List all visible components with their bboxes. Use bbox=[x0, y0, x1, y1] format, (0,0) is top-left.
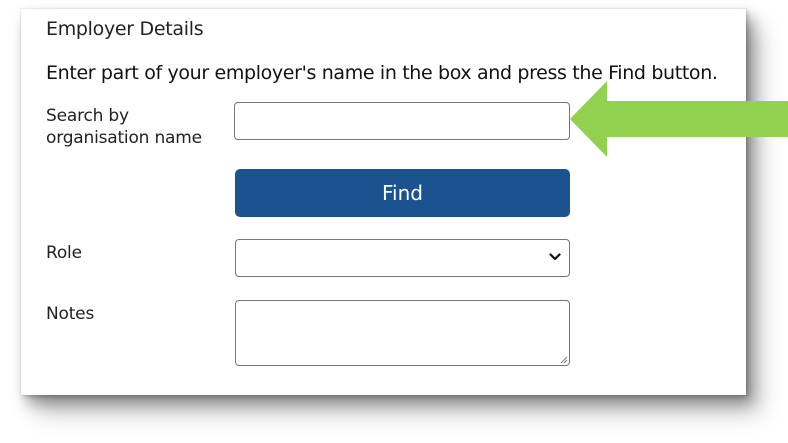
organisation-search-input[interactable] bbox=[234, 102, 570, 140]
arrow-left-icon bbox=[570, 81, 788, 157]
notes-textarea[interactable] bbox=[235, 300, 570, 366]
role-label: Role bbox=[46, 243, 82, 263]
employer-details-card: Employer Details Enter part of your empl… bbox=[21, 9, 746, 395]
notes-label: Notes bbox=[46, 304, 95, 324]
find-button[interactable]: Find bbox=[235, 169, 570, 217]
role-select[interactable] bbox=[235, 239, 570, 277]
section-heading: Employer Details bbox=[46, 18, 204, 40]
search-label: Search by organisation name bbox=[46, 106, 202, 148]
resize-handle-icon[interactable] bbox=[560, 356, 568, 364]
chevron-down-icon bbox=[549, 253, 561, 261]
screenshot-stage: Employer Details Enter part of your empl… bbox=[0, 0, 788, 443]
